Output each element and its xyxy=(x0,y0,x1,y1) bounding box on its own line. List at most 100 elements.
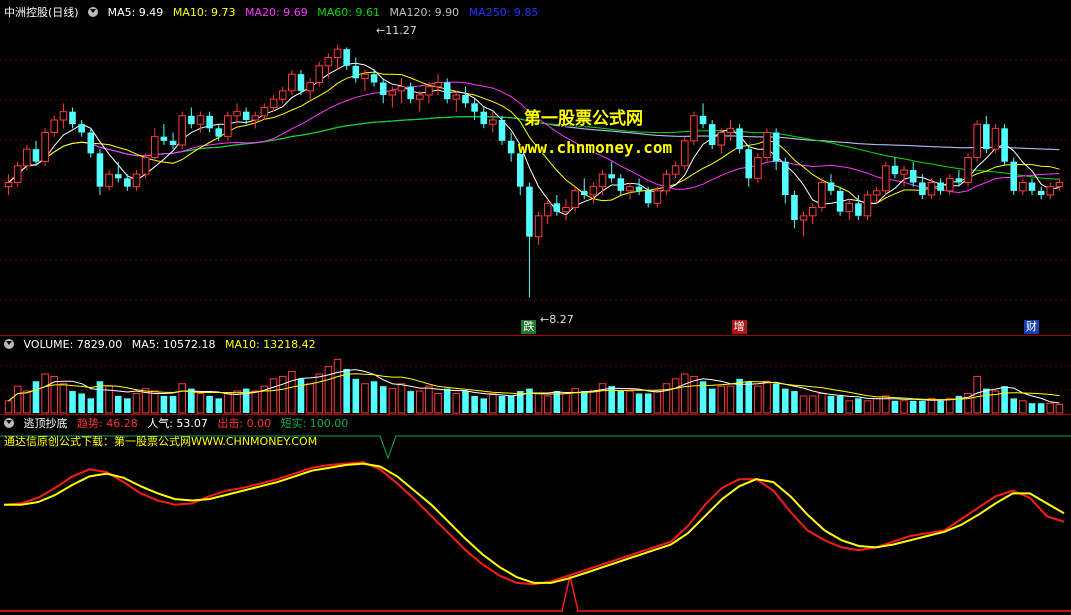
dropdown-icon[interactable] xyxy=(4,418,14,428)
volume-bar xyxy=(598,383,607,414)
candle-body xyxy=(498,120,506,141)
volume-bar xyxy=(671,378,680,414)
volume-bar xyxy=(343,369,350,413)
volume-bar xyxy=(132,392,141,414)
candle-body xyxy=(306,82,314,92)
volume-bar xyxy=(626,390,634,414)
volume-bar xyxy=(845,400,854,414)
volume-bar xyxy=(13,385,22,414)
candle-body xyxy=(909,170,917,183)
candle-body xyxy=(617,178,625,191)
volume-bar xyxy=(763,380,771,414)
volume-bar xyxy=(653,390,662,414)
volume-bar xyxy=(836,395,844,413)
volume-bar xyxy=(662,383,671,414)
candle-body xyxy=(41,132,49,163)
volume-bar xyxy=(160,395,168,413)
candle-body xyxy=(425,86,433,96)
volume-header: VOLUME: 7829.00 MA5: 10572.18 MA10: 1321… xyxy=(4,337,322,353)
stock-name: 中洲控股(日线) xyxy=(4,6,79,19)
volume-bar xyxy=(507,395,515,413)
main-svg xyxy=(0,45,1071,612)
candle-body xyxy=(233,111,241,117)
indicator-bottom-line xyxy=(0,575,1071,612)
volume-bar xyxy=(973,375,981,414)
stock-chart: 中洲控股(日线) MA5: 9.49 MA10: 9.73 MA20: 9.69… xyxy=(0,0,1071,615)
candle-body xyxy=(489,119,497,125)
volume-bar xyxy=(799,395,808,414)
volume-bar xyxy=(462,391,469,413)
volume-bar xyxy=(452,392,461,414)
volume-bar xyxy=(635,393,643,413)
candle-body xyxy=(4,182,13,188)
volume-bar xyxy=(708,388,716,413)
low-annotation: ←8.27 xyxy=(540,313,574,326)
candle-body xyxy=(562,207,570,213)
main-header: 中洲控股(日线) MA5: 9.49 MA10: 9.73 MA20: 9.69… xyxy=(4,5,544,21)
candle-body xyxy=(653,190,662,204)
volume-bar xyxy=(169,395,177,413)
candle-body xyxy=(772,132,780,162)
candle-body xyxy=(608,174,615,179)
volume-bar xyxy=(983,388,990,413)
volume-bar xyxy=(297,378,305,413)
candle-body xyxy=(471,103,478,112)
candle-body xyxy=(178,115,186,146)
candle-body xyxy=(872,190,881,196)
candle-body xyxy=(754,157,762,179)
candle-body xyxy=(206,115,213,129)
candle-body xyxy=(543,202,552,217)
candle-body xyxy=(1055,182,1064,188)
candle-body xyxy=(882,165,890,192)
candle-body xyxy=(827,182,835,191)
volume-bar xyxy=(150,390,159,414)
ma250-label: MA250: 9.85 xyxy=(468,6,539,19)
candle-body xyxy=(964,157,972,183)
candle-body xyxy=(23,148,31,167)
dropdown-icon[interactable] xyxy=(4,339,14,349)
dropdown-icon[interactable] xyxy=(88,7,99,17)
volume-bar xyxy=(87,398,95,413)
candle-body xyxy=(763,132,771,158)
candle-body xyxy=(955,178,963,183)
candle-body xyxy=(188,115,195,125)
volume-bar xyxy=(443,388,451,413)
candle-body xyxy=(836,190,844,212)
candle-body xyxy=(662,173,671,192)
volume-bar xyxy=(745,381,753,413)
volume-bar xyxy=(269,378,278,414)
volume-bar xyxy=(827,395,835,413)
volume-bar xyxy=(352,378,360,413)
candle-body xyxy=(343,49,350,66)
volume-bar xyxy=(59,383,68,414)
candle-body xyxy=(553,203,561,212)
volume-bar xyxy=(782,388,789,413)
volume-bar xyxy=(489,392,497,414)
candle-body xyxy=(855,203,862,216)
candle-body xyxy=(845,202,854,213)
candle-body xyxy=(105,173,113,188)
candle-body xyxy=(736,128,743,150)
candle-body xyxy=(1037,190,1045,195)
volume-bar xyxy=(278,375,287,414)
volume-bar xyxy=(562,392,570,414)
candle-body xyxy=(59,111,68,121)
volume-bar xyxy=(333,358,342,414)
volume-bar xyxy=(791,391,798,413)
volume-bar xyxy=(534,392,543,414)
candle-body xyxy=(462,95,469,104)
watermark-url: www.chnmoney.com xyxy=(518,138,673,157)
vol-ma10-label: MA10: 13218.42 xyxy=(224,338,316,351)
volume-bar xyxy=(23,390,31,414)
volume-bar xyxy=(397,383,406,414)
candle-body xyxy=(397,86,406,92)
candle-body xyxy=(726,127,735,133)
ma10-label: MA10: 9.73 xyxy=(172,6,236,19)
volume-bar xyxy=(415,390,424,414)
candle-body xyxy=(708,124,716,145)
candle-body xyxy=(370,74,378,83)
candle-body xyxy=(407,86,414,100)
volume-bar xyxy=(772,383,780,413)
candle-body xyxy=(1001,128,1008,162)
candle-body xyxy=(717,132,726,146)
